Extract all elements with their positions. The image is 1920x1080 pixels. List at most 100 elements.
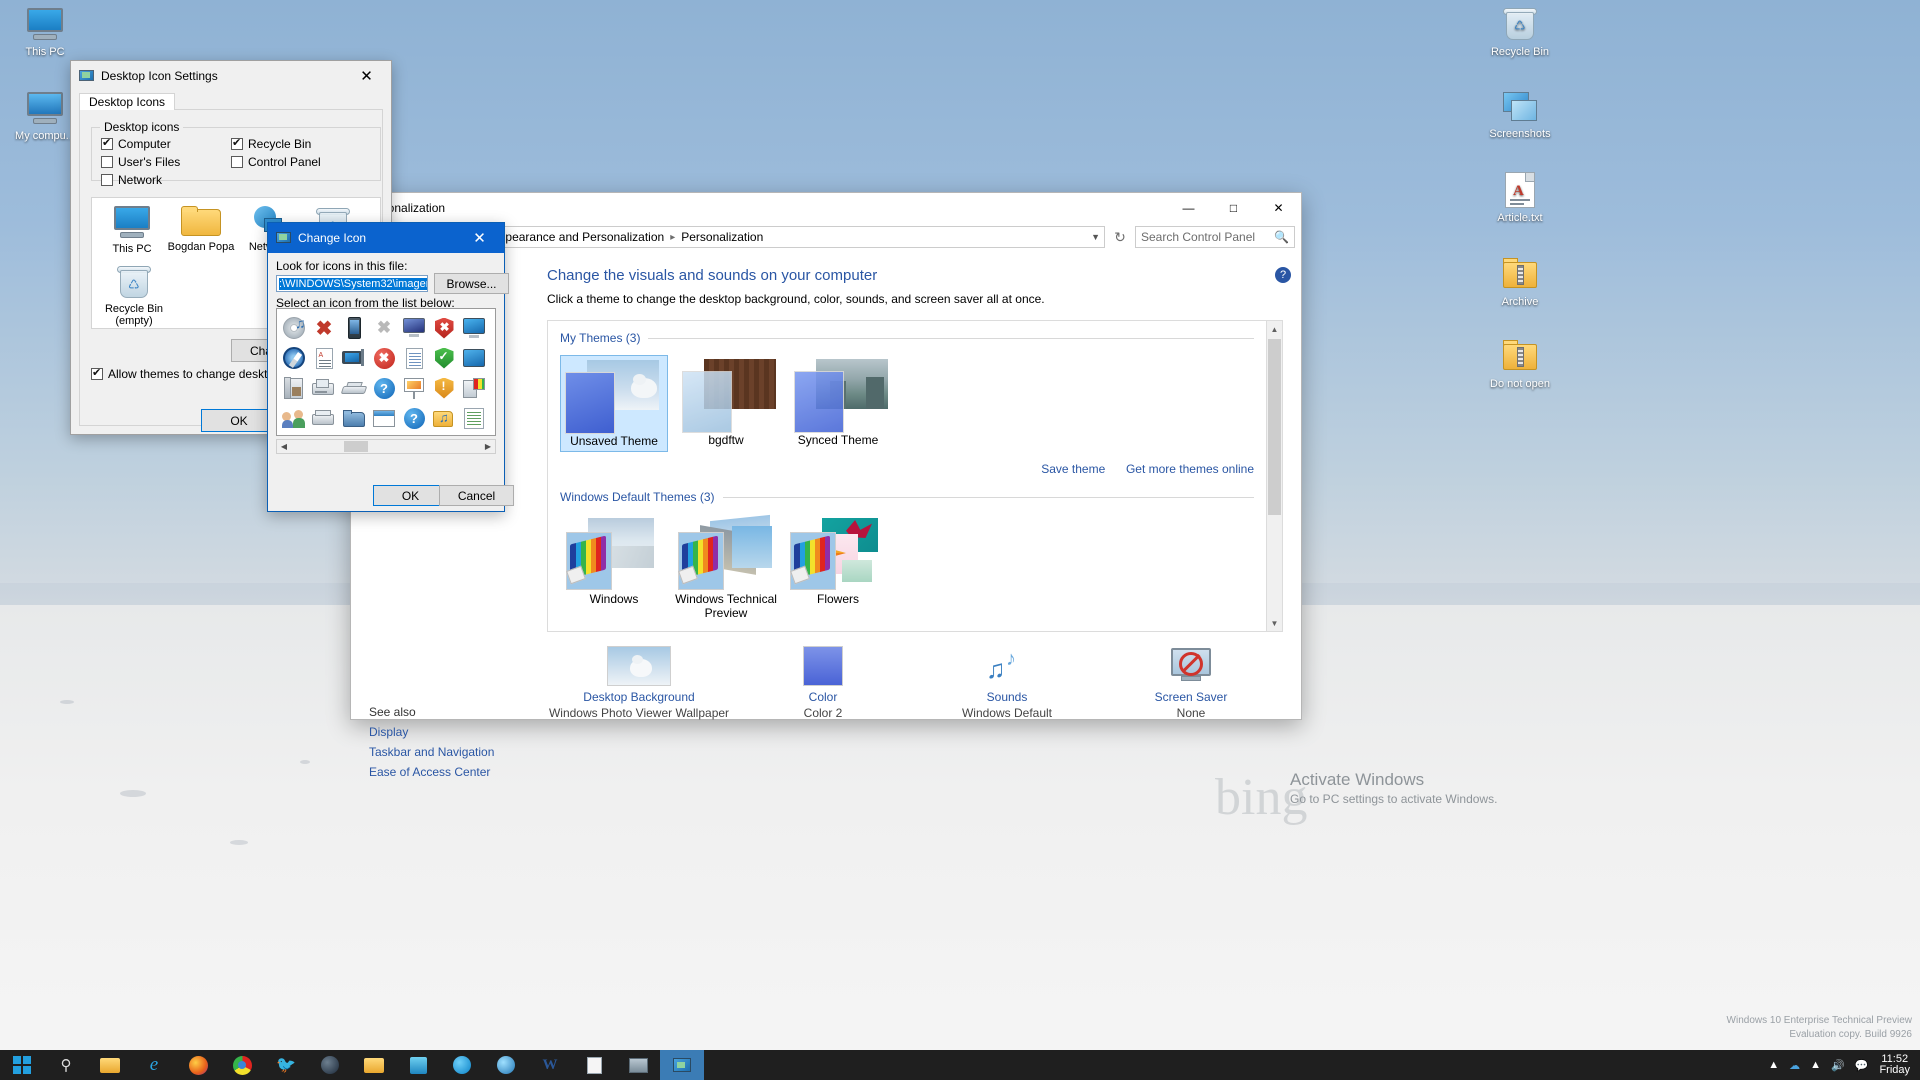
skype-icon[interactable] — [440, 1050, 484, 1080]
scroll-up-arrow[interactable]: ▲ — [1267, 321, 1282, 337]
personalization-icon[interactable] — [660, 1050, 704, 1080]
network-icon[interactable]: ▲ — [1805, 1050, 1826, 1080]
volume-icon[interactable]: 🔊 — [1826, 1050, 1850, 1080]
breadcrumb-item-appearance[interactable]: Appearance and Personalization — [488, 229, 667, 245]
blue-help-icon[interactable]: ? — [369, 373, 399, 403]
checkbox-control-panel[interactable]: Control Panel — [231, 155, 321, 169]
checkbox-box[interactable] — [101, 138, 113, 150]
action-center-icon[interactable]: 💬 — [1850, 1050, 1874, 1080]
ok-button[interactable]: OK — [201, 409, 277, 432]
cd-audio-icon[interactable]: ♫ — [279, 313, 309, 343]
scanner-flat-icon[interactable] — [309, 403, 339, 433]
themes-pane[interactable]: My Themes (3) Unsaved Theme — [547, 320, 1283, 632]
checkbox-box[interactable] — [91, 368, 103, 380]
desktop-icon-do-not-open[interactable]: Do not open — [1478, 340, 1562, 391]
window-icon[interactable] — [369, 403, 399, 433]
photo-viewer-icon[interactable] — [484, 1050, 528, 1080]
document-info-icon[interactable]: A — [309, 343, 339, 373]
scanner-icon[interactable] — [339, 373, 369, 403]
windows-start-icon[interactable] — [0, 1050, 44, 1080]
refresh-icon[interactable]: ↻ — [1109, 226, 1131, 248]
document-folder-icon[interactable] — [459, 403, 489, 433]
desktop-icon-archive[interactable]: Archive — [1478, 258, 1562, 309]
see-also-link-display[interactable]: Display — [369, 725, 408, 739]
bottom-item-screen-saver[interactable]: Screen Saver None — [1099, 646, 1283, 720]
desktop-icon-recycle-bin[interactable]: ♺ Recycle Bin — [1478, 6, 1562, 59]
steam-icon[interactable] — [308, 1050, 352, 1080]
checkbox-box[interactable] — [231, 156, 243, 168]
see-also-link-taskbar[interactable]: Taskbar and Navigation — [369, 745, 494, 759]
floppy-drive-icon[interactable] — [309, 373, 339, 403]
checkbox-users-files[interactable]: User's Files — [101, 155, 180, 169]
users-icon[interactable] — [279, 403, 309, 433]
ok-button[interactable]: OK — [373, 485, 448, 506]
desktop-icon-article-txt[interactable]: A Article.txt — [1478, 172, 1562, 225]
onedrive-icon[interactable]: ☁ — [1784, 1050, 1805, 1080]
checkbox-recycle-bin[interactable]: Recycle Bin — [231, 137, 311, 151]
scrollbar-thumb[interactable] — [1268, 339, 1281, 515]
gray-x-icon[interactable]: ✖ — [369, 313, 399, 343]
search-input[interactable]: Search Control Panel 🔍 — [1135, 226, 1295, 248]
bottom-item-title[interactable]: Sounds — [915, 690, 1099, 704]
chevron-down-icon[interactable]: ▼ — [1091, 232, 1100, 242]
theme-synced-theme[interactable]: Synced Theme — [784, 355, 892, 452]
checkbox-computer[interactable]: Computer — [101, 137, 171, 151]
bottom-item-sounds[interactable]: ♫ ♪ Sounds Windows Default — [915, 646, 1099, 720]
chevron-up-icon[interactable]: ▲ — [1763, 1050, 1784, 1080]
checkbox-box[interactable] — [231, 138, 243, 150]
bottom-item-color[interactable]: Color Color 2 — [731, 646, 915, 720]
scroll-track[interactable] — [291, 440, 481, 453]
chevron-right-icon[interactable]: ▶ — [481, 442, 495, 451]
blue-screen-icon[interactable] — [459, 313, 489, 343]
help-icon[interactable]: ? — [399, 403, 429, 433]
desktop-icon-this-pc[interactable]: This PC — [3, 8, 87, 59]
word-icon[interactable]: W — [528, 1050, 572, 1080]
minimize-icon[interactable]: — — [1166, 194, 1211, 223]
folder-blue-icon[interactable] — [339, 403, 369, 433]
shield-error-icon[interactable]: ✖ — [429, 313, 459, 343]
themes-scrollbar[interactable]: ▲ ▼ — [1266, 321, 1282, 631]
save-theme-link[interactable]: Save theme — [1041, 462, 1105, 476]
breadcrumb-item-personalization[interactable]: Personalization — [678, 229, 766, 245]
checkbox-box[interactable] — [101, 174, 113, 186]
chrome-icon[interactable] — [220, 1050, 264, 1080]
clock[interactable]: 11:52 Friday — [1873, 1054, 1920, 1076]
explorer-window-icon[interactable] — [352, 1050, 396, 1080]
software-box-icon[interactable] — [279, 373, 309, 403]
preview-icon-user-folder[interactable]: Bogdan Popa — [166, 206, 236, 253]
theme-windows[interactable]: Windows — [560, 514, 668, 623]
icon-list-hscrollbar[interactable]: ◀ ▶ — [276, 439, 496, 454]
bottom-item-desktop-background[interactable]: Desktop Background Windows Photo Viewer … — [547, 646, 731, 720]
notepad-icon[interactable] — [572, 1050, 616, 1080]
compass-icon[interactable] — [279, 343, 309, 373]
preview-icon-this-pc[interactable]: This PC — [100, 206, 164, 255]
store-icon[interactable] — [396, 1050, 440, 1080]
breadcrumb[interactable]: Panel ▸ Appearance and Personalization ▸… — [435, 226, 1105, 248]
preview-icon-recycle-bin-empty[interactable]: ♺ Recycle Bin (empty) — [100, 264, 168, 327]
desktop-icon-screenshots[interactable]: Screenshots — [1478, 90, 1562, 141]
bottom-item-title[interactable]: Desktop Background — [547, 690, 731, 704]
monitor-icon[interactable] — [399, 313, 429, 343]
install-icon[interactable] — [459, 373, 489, 403]
display-settings-icon[interactable] — [339, 343, 369, 373]
close-icon[interactable]: ✕ — [457, 224, 502, 253]
close-icon[interactable]: ✕ — [344, 62, 389, 91]
icon-file-input[interactable]: :\WINDOWS\System32\imageres.dll — [276, 275, 428, 292]
close-icon[interactable]: ✕ — [1256, 194, 1301, 223]
pda-phone-icon[interactable] — [339, 313, 369, 343]
shield-ok-icon[interactable]: ✓ — [429, 343, 459, 373]
tab-desktop-icons[interactable]: Desktop Icons — [79, 93, 175, 111]
shield-warning-icon[interactable]: ! — [429, 373, 459, 403]
checkbox-box[interactable] — [101, 156, 113, 168]
projector-icon[interactable] — [399, 373, 429, 403]
firefox-icon[interactable] — [176, 1050, 220, 1080]
twitter-icon[interactable]: 🐦 — [264, 1050, 308, 1080]
snipping-tool-icon[interactable] — [616, 1050, 660, 1080]
get-more-themes-link[interactable]: Get more themes online — [1126, 462, 1254, 476]
theme-unsaved-theme[interactable]: Unsaved Theme — [560, 355, 668, 452]
see-also-link-ease-of-access[interactable]: Ease of Access Center — [369, 765, 490, 779]
edge-icon[interactable]: e — [132, 1050, 176, 1080]
change-icon-dialog[interactable]: Change Icon ✕ Look for icons in this fil… — [267, 222, 505, 512]
system-tray[interactable]: ▲ ☁ ▲ 🔊 💬 11:52 Friday — [1763, 1050, 1920, 1080]
red-x-icon[interactable]: ✖ — [309, 313, 339, 343]
